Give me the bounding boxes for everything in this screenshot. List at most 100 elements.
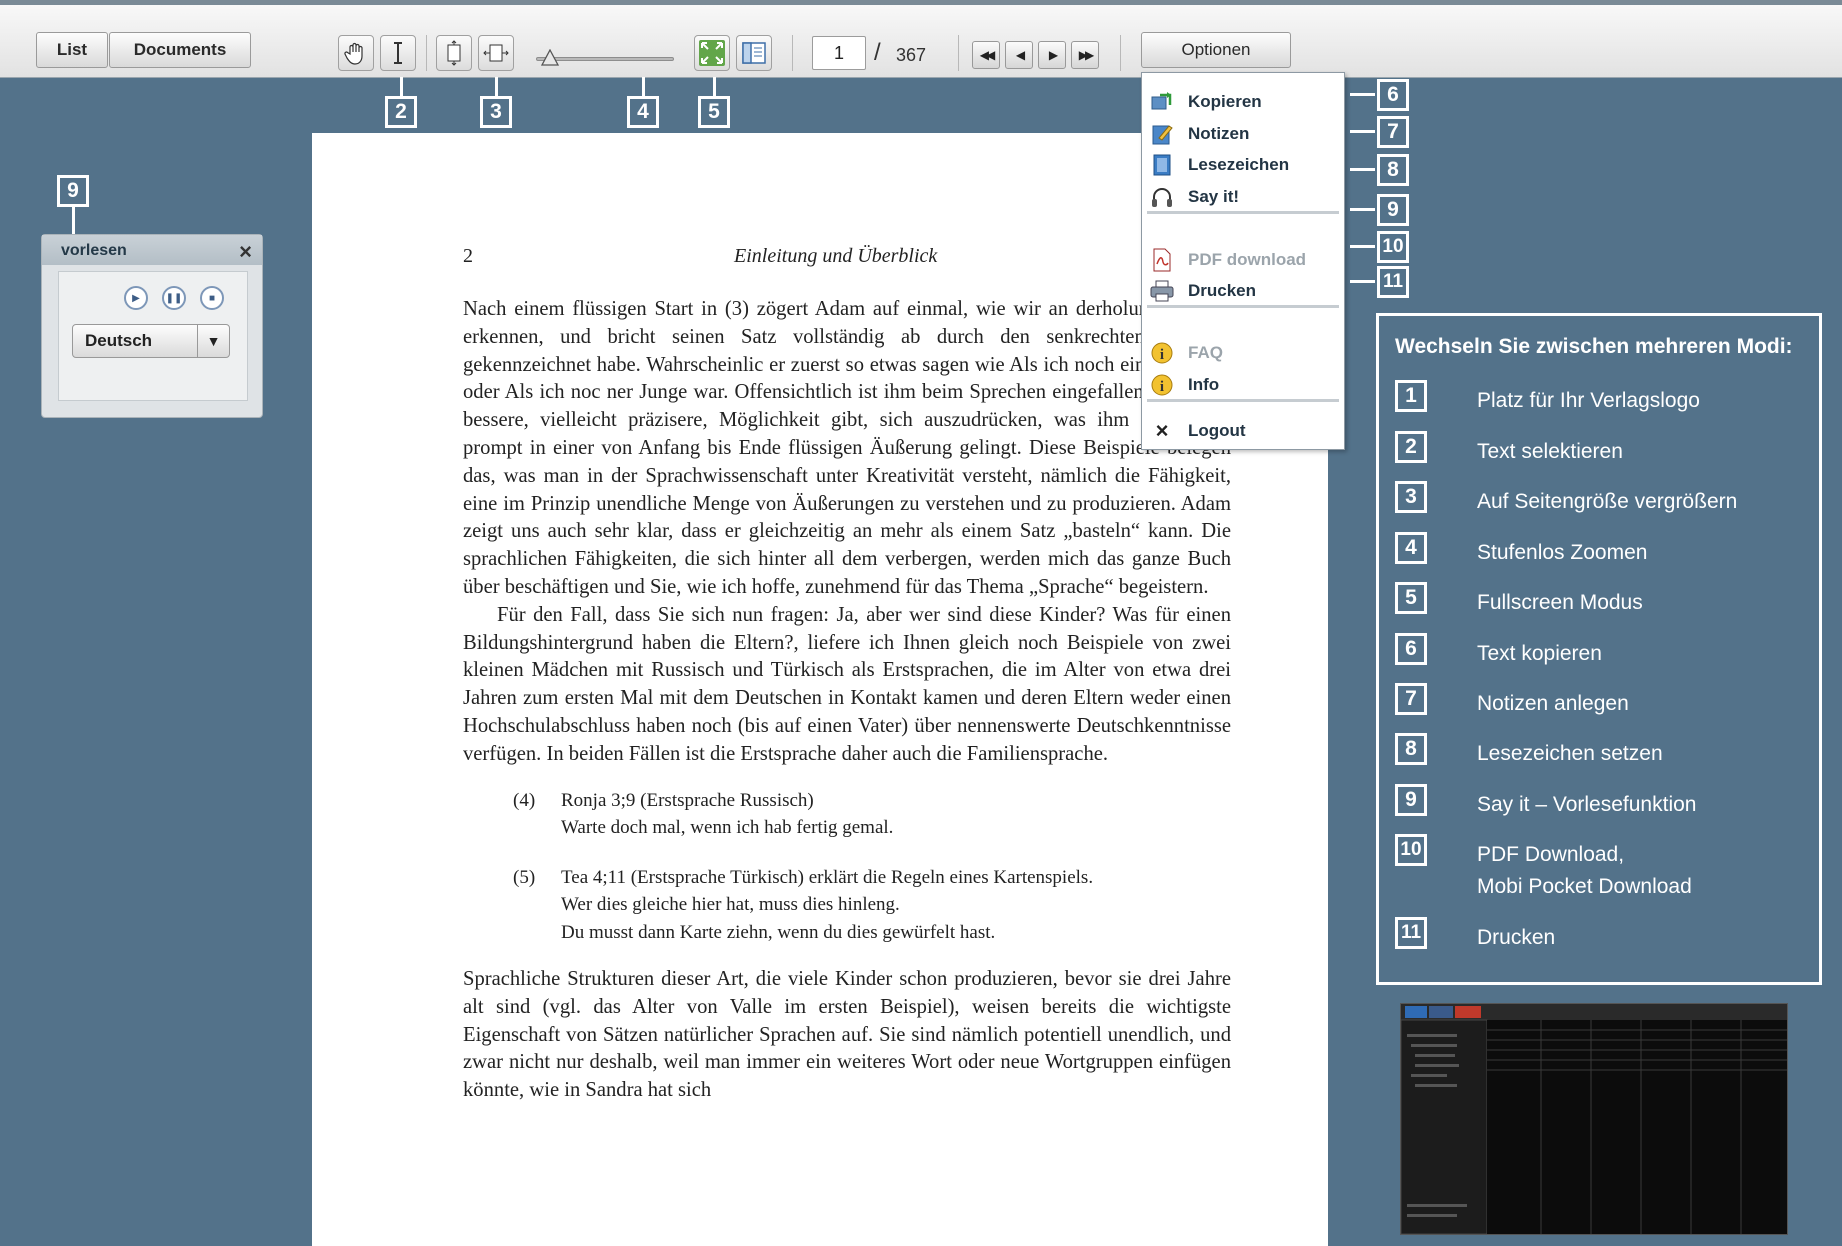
toolbar-divider — [426, 35, 427, 71]
menu-divider — [1147, 399, 1339, 402]
callout-line — [72, 207, 75, 235]
menu-item-label: Say it! — [1188, 187, 1240, 206]
callout-line — [1350, 208, 1375, 211]
menu-item-label: Lesezeichen — [1188, 155, 1290, 174]
last-page-icon[interactable]: ▶▶ — [1071, 41, 1099, 69]
page-number-input[interactable]: 1 — [812, 36, 866, 70]
legend-number: 6 — [1395, 633, 1427, 665]
paragraph: Sprachliche Strukturen dieser Art, die v… — [463, 968, 1231, 1102]
document-body: Nach einem flüssigen Start in (3) zögert… — [463, 296, 1231, 1105]
svg-text:i: i — [1160, 379, 1164, 395]
legend-text: Platz für Ihr Verlagslogo — [1477, 389, 1700, 412]
documents-button[interactable]: Documents — [109, 32, 251, 68]
menu-item-lesezeichen[interactable]: Lesezeichen — [1142, 150, 1344, 180]
menu-item-notizen[interactable]: Notizen — [1142, 119, 1344, 149]
legend-number: 2 — [1395, 431, 1427, 463]
example-line: Warte doch mal, wenn ich hab fertig gema… — [561, 817, 894, 839]
bookmark-icon — [1150, 153, 1174, 177]
zoom-slider-thumb[interactable] — [540, 48, 560, 67]
text-select-icon[interactable] — [380, 35, 416, 71]
example-line: Du musst dann Karte ziehn, wenn du dies … — [561, 921, 996, 943]
next-page-icon[interactable]: ▶ — [1038, 41, 1066, 69]
thumbnail-image — [1400, 1004, 1787, 1235]
toolbar-divider — [792, 35, 793, 71]
legend-text: Text selektieren — [1477, 440, 1623, 463]
app-screenshot-thumbnail — [1400, 1003, 1788, 1235]
callout-10: 10 — [1377, 231, 1409, 263]
paragraph: Nach einem flüssigen Start in (3) zögert… — [463, 298, 1231, 598]
example-number: (4) — [513, 789, 536, 811]
legend-number: 11 — [1395, 917, 1427, 949]
fit-width-icon[interactable] — [478, 35, 514, 71]
example-heading: Tea 4;11 (Erstsprache Türkisch) erklärt … — [561, 866, 1094, 888]
callout-5: 5 — [698, 96, 730, 128]
callout-6: 6 — [1377, 79, 1409, 111]
legend-number: 9 — [1395, 784, 1427, 816]
paragraph: Für den Fall, dass Sie sich nun fragen: … — [463, 603, 1231, 765]
hand-tool-icon[interactable] — [338, 35, 374, 71]
example-line: Wer dies gleiche hier hat, muss dies hin… — [561, 894, 900, 916]
chevron-down-icon[interactable]: ▼ — [197, 325, 229, 357]
legend-text: Text kopieren — [1477, 642, 1602, 665]
callout-line — [1350, 245, 1375, 248]
legend-number: 4 — [1395, 532, 1427, 564]
modes-legend: Wechseln Sie zwischen mehreren Modi: 1 P… — [1376, 313, 1822, 985]
toolbar: List Documents 1 / 367 ◀◀ ◀ ▶ ▶▶ Optione… — [0, 0, 1842, 78]
legend-number: 5 — [1395, 582, 1427, 614]
language-value: Deutsch — [85, 331, 153, 350]
fit-page-icon[interactable] — [436, 35, 472, 71]
pause-icon[interactable]: ❚❚ — [162, 286, 186, 310]
headphones-icon — [1150, 185, 1174, 209]
callout-11: 11 — [1377, 266, 1409, 298]
vorlesen-panel: vorlesen × ▶ ❚❚ ■ Deutsch ▼ — [41, 234, 263, 418]
vorlesen-controls: ▶ ❚❚ ■ Deutsch ▼ — [58, 271, 248, 401]
print-icon — [1150, 279, 1174, 303]
example-heading: Ronja 3;9 (Erstsprache Russisch) — [561, 789, 814, 811]
menu-item-logout[interactable]: × Logout — [1142, 416, 1344, 446]
menu-item-label: Kopieren — [1188, 92, 1262, 111]
language-select[interactable]: Deutsch ▼ — [72, 324, 230, 358]
prev-page-icon[interactable]: ◀ — [1005, 41, 1033, 69]
stop-icon[interactable]: ■ — [200, 286, 224, 310]
menu-item-label: Notizen — [1188, 124, 1250, 143]
menu-item-pdf-download[interactable]: PDF download — [1142, 245, 1344, 275]
menu-item-label: Logout — [1188, 421, 1246, 440]
callout-line — [1350, 93, 1375, 96]
menu-item-label: FAQ — [1188, 343, 1223, 362]
sidebar-toggle-icon[interactable] — [736, 35, 772, 71]
legend-number: 1 — [1395, 380, 1427, 412]
options-menu: Kopieren Notizen Lesezeichen Say it! PDF… — [1141, 72, 1345, 450]
options-button[interactable]: Optionen — [1141, 32, 1291, 68]
info-icon: i — [1150, 373, 1174, 397]
toolbar-divider — [958, 35, 959, 71]
legend-text: Drucken — [1477, 926, 1556, 949]
toolbar-divider — [1120, 35, 1121, 71]
page-number: 2 — [463, 245, 473, 267]
callout-line — [495, 77, 498, 96]
menu-item-info[interactable]: i Info — [1142, 370, 1344, 400]
menu-divider — [1147, 305, 1339, 308]
legend-title: Wechseln Sie zwischen mehreren Modi: — [1395, 335, 1793, 358]
example-4: (4) Ronja 3;9 (Erstsprache Russisch) Wart… — [513, 787, 1231, 842]
legend-text: Auf Seitengröße vergrößern — [1477, 490, 1738, 513]
callout-line — [713, 77, 716, 96]
play-icon[interactable]: ▶ — [124, 286, 148, 310]
legend-number: 10 — [1395, 834, 1427, 866]
menu-item-say-it[interactable]: Say it! — [1142, 182, 1344, 212]
menu-divider — [1147, 211, 1339, 214]
callout-line — [1350, 168, 1375, 171]
menu-item-faq[interactable]: i FAQ — [1142, 338, 1344, 368]
vorlesen-header: vorlesen × — [42, 235, 262, 265]
menu-item-drucken[interactable]: Drucken — [1142, 276, 1344, 306]
legend-text: Stufenlos Zoomen — [1477, 541, 1648, 564]
menu-item-kopieren[interactable]: Kopieren — [1142, 87, 1344, 117]
callout-7: 7 — [1377, 116, 1409, 148]
close-icon[interactable]: × — [239, 239, 252, 265]
list-button[interactable]: List — [36, 32, 108, 68]
first-page-icon[interactable]: ◀◀ — [972, 41, 1000, 69]
page-separator: / — [874, 39, 881, 66]
fullscreen-icon[interactable] — [694, 35, 730, 71]
info-icon: i — [1150, 341, 1174, 365]
callout-2: 2 — [385, 96, 417, 128]
callout-4: 4 — [627, 96, 659, 128]
